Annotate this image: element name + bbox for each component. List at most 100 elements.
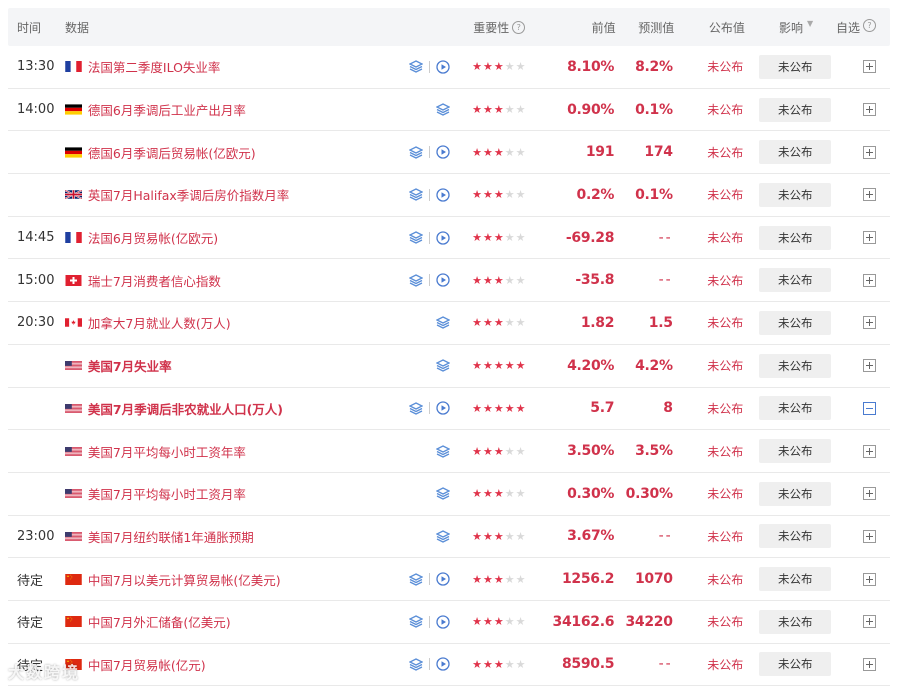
help-icon[interactable]: ? bbox=[863, 18, 876, 32]
layers-icon[interactable] bbox=[409, 145, 424, 159]
play-icon[interactable] bbox=[436, 657, 450, 672]
indicator-name-link[interactable]: 美国7月纽约联储1年通胀预期 bbox=[88, 527, 254, 546]
indicator-name-link[interactable]: 德国6月季调后贸易帐(亿欧元) bbox=[88, 143, 256, 162]
importance-stars: ★ ★ ★ ★ ★ bbox=[464, 488, 544, 499]
indicator-name-link[interactable]: 美国7月平均每小时工资年率 bbox=[88, 442, 246, 461]
importance-stars: ★ ★ ★ ★ ★ bbox=[464, 232, 544, 243]
add-watchlist-button[interactable] bbox=[862, 359, 876, 373]
table-row[interactable]: 英国7月Halifax季调后房价指数月率 ★ ★ ★ ★ ★ 0.2% 0.1% 未公布 未公布 bbox=[8, 174, 890, 217]
header-effect[interactable]: 影响 ▼ bbox=[751, 19, 831, 36]
published-value: 未公布 bbox=[707, 103, 744, 118]
layers-icon[interactable] bbox=[436, 103, 451, 117]
add-watchlist-button[interactable] bbox=[862, 487, 876, 501]
add-watchlist-button[interactable] bbox=[862, 572, 876, 586]
add-watchlist-button[interactable] bbox=[862, 103, 876, 117]
table-row[interactable]: 美国7月平均每小时工资月率 ★ ★ ★ ★ ★ 0.30% 0.30% 未公布 未公布 bbox=[8, 473, 890, 516]
indicator-name-link[interactable]: 中国7月外汇储备(亿美元) bbox=[88, 612, 231, 631]
star-filled-icon: ★ bbox=[472, 529, 483, 543]
add-watchlist-button[interactable] bbox=[862, 60, 876, 74]
add-watchlist-button[interactable] bbox=[862, 529, 876, 543]
indicator-name-link[interactable]: 英国7月Halifax季调后房价指数月率 bbox=[88, 185, 289, 204]
play-icon[interactable] bbox=[436, 273, 450, 287]
forecast-value: 4.2% bbox=[635, 357, 673, 374]
forecast-value: 0.1% bbox=[635, 186, 673, 203]
indicator-name-link[interactable]: 德国6月季调后工业产出月率 bbox=[88, 100, 246, 119]
star-filled-icon: ★ bbox=[472, 615, 483, 629]
star-filled-icon: ★ bbox=[504, 401, 515, 415]
table-row[interactable]: 待定 中国7月以美元计算贸易帐(亿美元) ★ ★ ★ ★ ★ 1256.2 1070 未公布 未公布 bbox=[8, 558, 890, 601]
play-icon[interactable] bbox=[436, 615, 450, 629]
table-row[interactable]: 14:00 德国6月季调后工业产出月率 ★ ★ ★ ★ ★ 0.90% 0.1% 未公布 未公布 bbox=[8, 89, 890, 132]
layers-icon[interactable] bbox=[409, 615, 424, 629]
indicator-name-link[interactable]: 中国7月以美元计算贸易帐(亿美元) bbox=[88, 570, 281, 589]
star-filled-icon: ★ bbox=[483, 273, 493, 287]
star-filled-icon: ★ bbox=[472, 188, 483, 202]
layers-icon[interactable] bbox=[436, 529, 451, 543]
published-value: 未公布 bbox=[707, 529, 744, 544]
layers-icon[interactable] bbox=[409, 273, 424, 287]
indicator-name-link[interactable]: 中国7月贸易帐(亿元) bbox=[88, 655, 206, 674]
star-empty-icon: ★ bbox=[515, 145, 526, 159]
layers-icon[interactable] bbox=[436, 444, 451, 458]
play-icon[interactable] bbox=[436, 188, 450, 202]
star-filled-icon: ★ bbox=[483, 231, 493, 245]
add-watchlist-button[interactable] bbox=[862, 615, 876, 629]
layers-icon[interactable] bbox=[409, 231, 424, 245]
forecast-value: 34220 bbox=[625, 613, 673, 630]
add-watchlist-button[interactable] bbox=[862, 657, 876, 671]
indicator-name-link[interactable]: 美国7月失业率 bbox=[88, 356, 172, 375]
previous-value: 0.2% bbox=[576, 186, 615, 203]
layers-icon[interactable] bbox=[436, 316, 451, 330]
layers-icon[interactable] bbox=[436, 487, 451, 501]
add-watchlist-button[interactable] bbox=[862, 316, 876, 330]
table-row[interactable]: 待定 中国7月外汇储备(亿美元) ★ ★ ★ ★ ★ 34162.6 34220 未公布 未公布 bbox=[8, 601, 890, 644]
indicator-name-link[interactable]: 法国第二季度ILO失业率 bbox=[88, 57, 221, 76]
table-row[interactable]: 13:30 法国第二季度ILO失业率 ★ ★ ★ ★ ★ 8.10% 8.2% 未公布 未公布 bbox=[8, 46, 890, 89]
table-row[interactable]: 23:00 美国7月纽约联储1年通胀预期 ★ ★ ★ ★ ★ 3.67% -- 未公布 未公布 bbox=[8, 516, 890, 559]
star-filled-icon: ★ bbox=[483, 60, 493, 74]
header-data: 数据 bbox=[64, 20, 89, 35]
star-filled-icon: ★ bbox=[483, 657, 493, 671]
published-value: 未公布 bbox=[707, 231, 744, 246]
add-watchlist-button[interactable] bbox=[862, 231, 876, 245]
table-row[interactable]: 14:45 法国6月贸易帐(亿欧元) ★ ★ ★ ★ ★ -69.28 -- 未公布 未公布 bbox=[8, 217, 890, 260]
previous-value: -35.8 bbox=[575, 272, 615, 289]
indicator-name-link[interactable]: 瑞士7月消费者信心指数 bbox=[88, 271, 221, 290]
layers-icon[interactable] bbox=[409, 572, 424, 586]
forecast-value: 174 bbox=[644, 144, 673, 161]
play-icon[interactable] bbox=[436, 572, 450, 586]
table-row[interactable]: 15:00 瑞士7月消费者信心指数 ★ ★ ★ ★ ★ -35.8 -- 未公布 未公布 bbox=[8, 259, 890, 303]
play-icon[interactable] bbox=[436, 230, 450, 245]
add-watchlist-button[interactable] bbox=[862, 273, 876, 287]
star-filled-icon: ★ bbox=[504, 359, 515, 373]
play-icon[interactable] bbox=[436, 401, 450, 415]
table-row[interactable]: 20:30 加拿大7月就业人数(万人) ★ ★ ★ ★ ★ 1.82 1.5 未公布 未公布 bbox=[8, 302, 890, 345]
add-watchlist-button[interactable] bbox=[862, 188, 876, 202]
star-empty-icon: ★ bbox=[515, 615, 526, 629]
layers-icon[interactable] bbox=[409, 657, 424, 671]
remove-watchlist-button[interactable] bbox=[862, 401, 876, 415]
layers-icon[interactable] bbox=[409, 188, 424, 202]
previous-value: 3.50% bbox=[567, 443, 615, 460]
table-row[interactable]: 德国6月季调后贸易帐(亿欧元) ★ ★ ★ ★ ★ 191 174 未公布 未公布 bbox=[8, 131, 890, 175]
table-row[interactable]: 美国7月失业率 ★ ★ ★ ★ ★ 4.20% 4.2% 未公布 未公布 bbox=[8, 345, 890, 388]
table-row[interactable]: 美国7月季调后非农就业人口(万人) ★ ★ ★ ★ ★ 5.7 8 未公布 未公布 bbox=[8, 388, 890, 431]
indicator-name-link[interactable]: 法国6月贸易帐(亿欧元) bbox=[88, 228, 218, 247]
play-icon[interactable] bbox=[436, 145, 450, 159]
play-icon[interactable] bbox=[436, 60, 450, 74]
help-icon[interactable]: ? bbox=[512, 20, 526, 34]
add-watchlist-button[interactable] bbox=[862, 145, 876, 159]
add-watchlist-button[interactable] bbox=[862, 444, 876, 458]
layers-icon[interactable] bbox=[436, 359, 451, 373]
header-previous: 前值 bbox=[591, 20, 616, 35]
indicator-name-link[interactable]: 美国7月季调后非农就业人口(万人) bbox=[88, 399, 283, 418]
indicator-name-link[interactable]: 美国7月平均每小时工资月率 bbox=[88, 484, 246, 503]
ca-flag-icon bbox=[64, 317, 88, 328]
layers-icon[interactable] bbox=[409, 60, 424, 74]
layers-icon[interactable] bbox=[409, 401, 424, 415]
importance-stars: ★ ★ ★ ★ ★ bbox=[464, 403, 544, 414]
table-row[interactable]: 待定 中国7月贸易帐(亿元) ★ ★ ★ ★ ★ 8590.5 -- 未公布 未公布 bbox=[8, 644, 890, 687]
indicator-name-link[interactable]: 加拿大7月就业人数(万人) bbox=[88, 313, 231, 332]
sort-down-icon[interactable]: ▼ bbox=[807, 19, 813, 36]
table-row[interactable]: 美国7月平均每小时工资年率 ★ ★ ★ ★ ★ 3.50% 3.5% 未公布 未公布 bbox=[8, 430, 890, 473]
